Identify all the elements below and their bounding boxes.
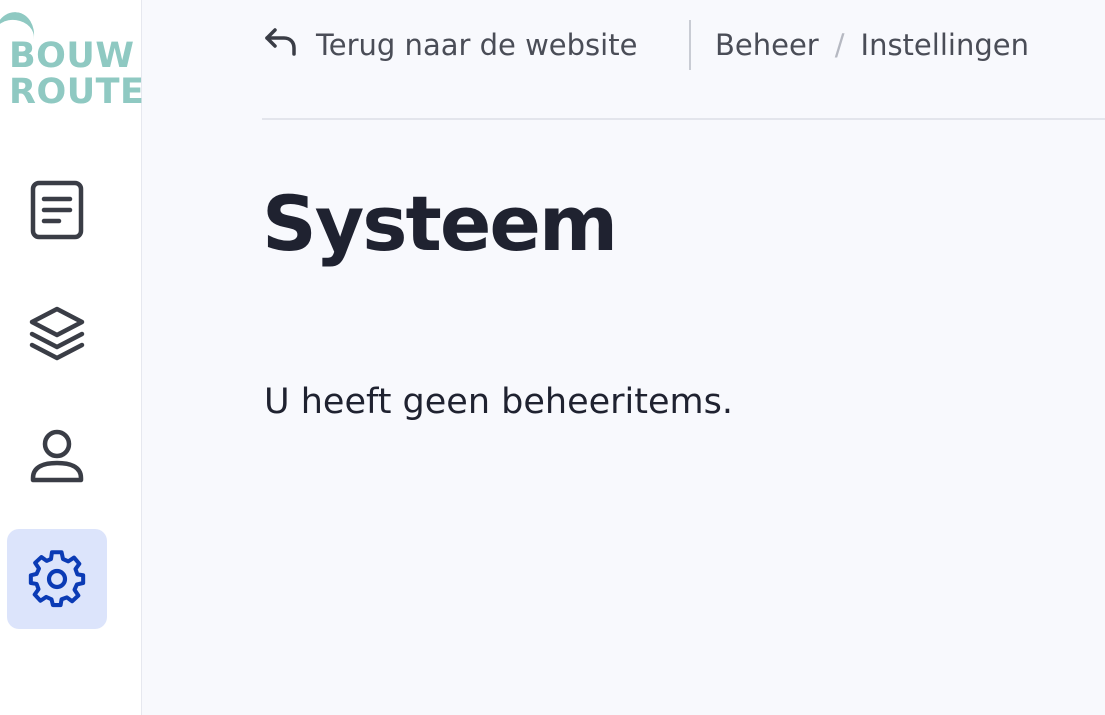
breadcrumb-beheer[interactable]: Beheer [715, 28, 819, 62]
bouwroute-logo[interactable]: BOUW ROUTE [0, 9, 145, 112]
breadcrumb-instellingen[interactable]: Instellingen [861, 28, 1029, 62]
layers-icon [28, 305, 86, 363]
sidebar-item-documents[interactable] [7, 160, 107, 260]
gear-icon [27, 549, 87, 609]
sidebar-item-settings[interactable] [7, 529, 107, 629]
topbar-divider [689, 20, 691, 70]
sidebar-item-layers[interactable] [7, 284, 107, 384]
breadcrumb: Beheer / Instellingen [715, 22, 1029, 68]
page-title: Systeem [262, 179, 618, 268]
logo-line-1: BOUW [9, 36, 135, 76]
return-arrow-icon [262, 26, 316, 65]
logo-line-2: ROUTE [9, 72, 145, 112]
top-bar: Terug naar de website Beheer / Instellin… [262, 0, 1105, 120]
document-icon [30, 180, 84, 240]
empty-state-message: U heeft geen beheeritems. [264, 382, 733, 422]
back-to-website-link[interactable]: Terug naar de website [262, 22, 637, 68]
sidebar: BOUW ROUTE [0, 0, 145, 715]
back-link-label: Terug naar de website [316, 28, 638, 62]
breadcrumb-separator: / [834, 28, 845, 62]
user-icon [28, 428, 86, 486]
sidebar-item-account[interactable] [7, 407, 107, 507]
